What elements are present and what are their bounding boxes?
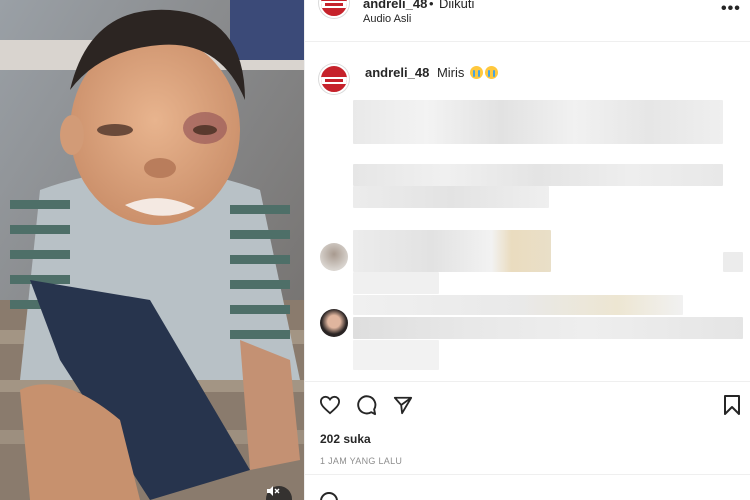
pixelated-comment — [353, 272, 439, 294]
pixelated-comment — [353, 340, 439, 370]
post-side-panel: andreli_48 • Diikuti Audio Asli ••• andr… — [304, 0, 750, 500]
follow-status[interactable]: Diikuti — [439, 0, 474, 11]
separator-dot: • — [429, 0, 434, 11]
commenter-avatar[interactable] — [320, 243, 348, 271]
crying-face-emoji — [470, 66, 484, 79]
audio-label[interactable]: Audio Asli — [363, 13, 411, 25]
video-frame — [0, 0, 304, 500]
author-username[interactable]: andreli_48 — [363, 0, 427, 11]
caption: andreli_48 Miris — [365, 65, 499, 80]
caption-text: Miris — [436, 65, 465, 80]
crying-face-emoji — [485, 66, 499, 79]
post-video[interactable] — [0, 0, 304, 500]
likes-count[interactable]: 202 suka — [320, 432, 371, 446]
paper-plane-icon[interactable] — [393, 395, 413, 415]
caption-username[interactable]: andreli_48 — [365, 65, 429, 80]
actions-divider — [305, 381, 750, 382]
instagram-post-view: andreli_48 • Diikuti Audio Asli ••• andr… — [0, 0, 750, 500]
post-header: andreli_48 • Diikuti Audio Asli ••• — [305, 0, 750, 42]
pixelated-comment — [353, 295, 683, 315]
pixelated-comment — [353, 164, 723, 186]
heart-icon[interactable] — [319, 395, 341, 415]
pixelated-comment — [723, 252, 743, 272]
pixelated-comment — [353, 230, 551, 272]
pixelated-comment — [353, 317, 743, 339]
comment-divider — [305, 474, 750, 475]
pixelated-comment — [353, 100, 723, 144]
pixelated-comment — [353, 186, 549, 208]
more-options-icon[interactable]: ••• — [721, 1, 741, 17]
bookmark-icon[interactable] — [723, 395, 741, 415]
smile-icon[interactable] — [320, 492, 338, 500]
comment-icon[interactable] — [356, 395, 377, 416]
author-avatar[interactable] — [319, 0, 349, 18]
post-timestamp: 1 JAM YANG LALU — [320, 456, 403, 466]
caption-avatar[interactable] — [319, 64, 349, 94]
commenter-avatar[interactable] — [320, 309, 348, 337]
